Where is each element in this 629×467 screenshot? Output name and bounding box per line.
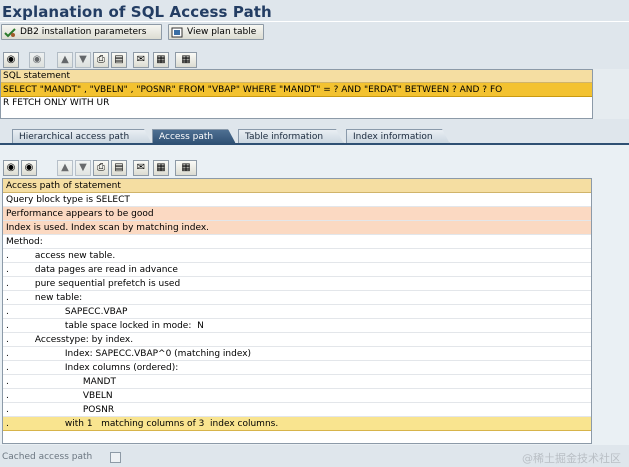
print-icon[interactable]: ⎙ — [93, 160, 109, 176]
row-text: SAPECC.VBAP — [64, 307, 128, 317]
sql-panel-scroll-area — [593, 69, 629, 119]
cached-access-path-checkbox[interactable] — [110, 452, 121, 463]
change-layout-icon[interactable]: ▦ — [175, 52, 197, 68]
row-text: Accesstype: by index. — [34, 335, 134, 345]
find-next-icon[interactable]: ◉ — [21, 160, 37, 176]
table-row[interactable]: . pure sequential prefetch is used — [3, 277, 591, 291]
send-icon[interactable]: ✉ — [133, 160, 149, 176]
table-row[interactable]: . POSNR — [3, 403, 591, 417]
export-icon[interactable]: ▤ — [111, 160, 127, 176]
row-text: MANDT — [82, 377, 116, 387]
table-row[interactable]: Method: — [3, 235, 591, 249]
sql-statement-line[interactable]: SELECT "MANDT" , "VBELN" , "POSNR" FROM … — [1, 83, 592, 97]
row-text: data pages are read in advance — [34, 265, 178, 275]
db2-installation-parameters-button[interactable]: DB2 installation parameters — [1, 24, 162, 40]
find-icon[interactable]: ◉ — [3, 52, 19, 68]
table-row[interactable]: . Accesstype: by index. — [3, 333, 591, 347]
save-local-file-icon[interactable]: ▦ — [153, 160, 169, 176]
sort-ascending-icon[interactable]: ▲ — [57, 160, 73, 176]
access-path-toolbar: ◉ ◉ ▲ ▼ ⎙ ▤ ✉ ▦ ▦ — [3, 160, 223, 176]
table-row[interactable]: Index is used. Index scan by matching in… — [3, 221, 591, 235]
row-text: Method: — [6, 237, 43, 247]
app-toolbar: DB2 installation parameters View plan ta… — [0, 24, 629, 42]
table-row[interactable]: . VBELN — [3, 389, 591, 403]
export-icon[interactable]: ▤ — [111, 52, 127, 68]
settings-check-icon — [4, 27, 16, 38]
send-icon[interactable]: ✉ — [133, 52, 149, 68]
row-text: new table: — [34, 293, 83, 303]
table-row[interactable]: . access new table. — [3, 249, 591, 263]
print-icon[interactable]: ⎙ — [93, 52, 109, 68]
sql-statement-header: SQL statement — [1, 70, 592, 83]
db2-installation-parameters-label: DB2 installation parameters — [20, 27, 147, 37]
table-view-icon — [171, 27, 183, 38]
cached-access-path-label: Cached access path — [2, 452, 93, 462]
table-row[interactable]: . with 1 matching columns of 3 index colu… — [3, 417, 591, 431]
change-layout-icon[interactable]: ▦ — [175, 160, 197, 176]
title-divider — [0, 21, 629, 22]
sort-descending-icon[interactable]: ▼ — [75, 160, 91, 176]
row-text: Performance appears to be good — [6, 209, 154, 219]
view-plan-table-button[interactable]: View plan table — [168, 24, 264, 40]
access-path-grid: Access path of statement Query block typ… — [2, 178, 592, 444]
tab-strip: Hierarchical access path Access path Tab… — [0, 129, 629, 144]
sort-descending-icon[interactable]: ▼ — [75, 52, 91, 68]
row-text: pure sequential prefetch is used — [34, 279, 181, 289]
sort-ascending-icon[interactable]: ▲ — [57, 52, 73, 68]
row-text: with 1 matching columns of 3 index colum… — [64, 419, 279, 429]
tab-table-information[interactable]: Table information — [238, 129, 344, 144]
table-row[interactable]: . table space locked in mode: N — [3, 319, 591, 333]
access-path-header: Access path of statement — [3, 179, 591, 193]
table-row[interactable]: . SAPECC.VBAP — [3, 305, 591, 319]
footer-bar: Cached access path @稀土掘金技术社区 — [0, 450, 629, 467]
table-row[interactable]: . Index: SAPECC.VBAP^0 (matching index) — [3, 347, 591, 361]
sql-grid-toolbar: ◉ ◉ ▲ ▼ ⎙ ▤ ✉ ▦ ▦ — [3, 52, 223, 68]
sql-statement-panel: SQL statement SELECT "MANDT" , "VBELN" ,… — [0, 69, 593, 119]
row-text: Index columns (ordered): — [64, 363, 179, 373]
table-row[interactable]: . data pages are read in advance — [3, 263, 591, 277]
row-text: Index is used. Index scan by matching in… — [6, 223, 210, 233]
table-row[interactable]: . Index columns (ordered): — [3, 361, 591, 375]
sql-statement-line[interactable]: R FETCH ONLY WITH UR — [1, 97, 592, 110]
tab-hierarchical-access-path[interactable]: Hierarchical access path — [12, 129, 152, 144]
tab-access-path[interactable]: Access path — [152, 129, 236, 144]
row-text: access new table. — [34, 251, 116, 261]
row-text: Query block type is SELECT — [6, 195, 130, 205]
row-text: POSNR — [82, 405, 115, 415]
save-local-file-icon[interactable]: ▦ — [153, 52, 169, 68]
tab-index-information[interactable]: Index information — [346, 129, 450, 144]
table-row[interactable]: Performance appears to be good — [3, 207, 591, 221]
find-icon[interactable]: ◉ — [3, 160, 19, 176]
find-next-icon[interactable]: ◉ — [29, 52, 45, 68]
view-plan-table-label: View plan table — [187, 27, 257, 37]
watermark: @稀土掘金技术社区 — [522, 452, 621, 465]
table-row[interactable]: . MANDT — [3, 375, 591, 389]
row-text: VBELN — [82, 391, 113, 401]
table-row[interactable]: Query block type is SELECT — [3, 193, 591, 207]
page-title: Explanation of SQL Access Path — [2, 3, 272, 21]
row-text: Index: SAPECC.VBAP^0 (matching index) — [64, 349, 252, 359]
table-row[interactable]: . new table: — [3, 291, 591, 305]
row-text: table space locked in mode: N — [64, 321, 204, 331]
